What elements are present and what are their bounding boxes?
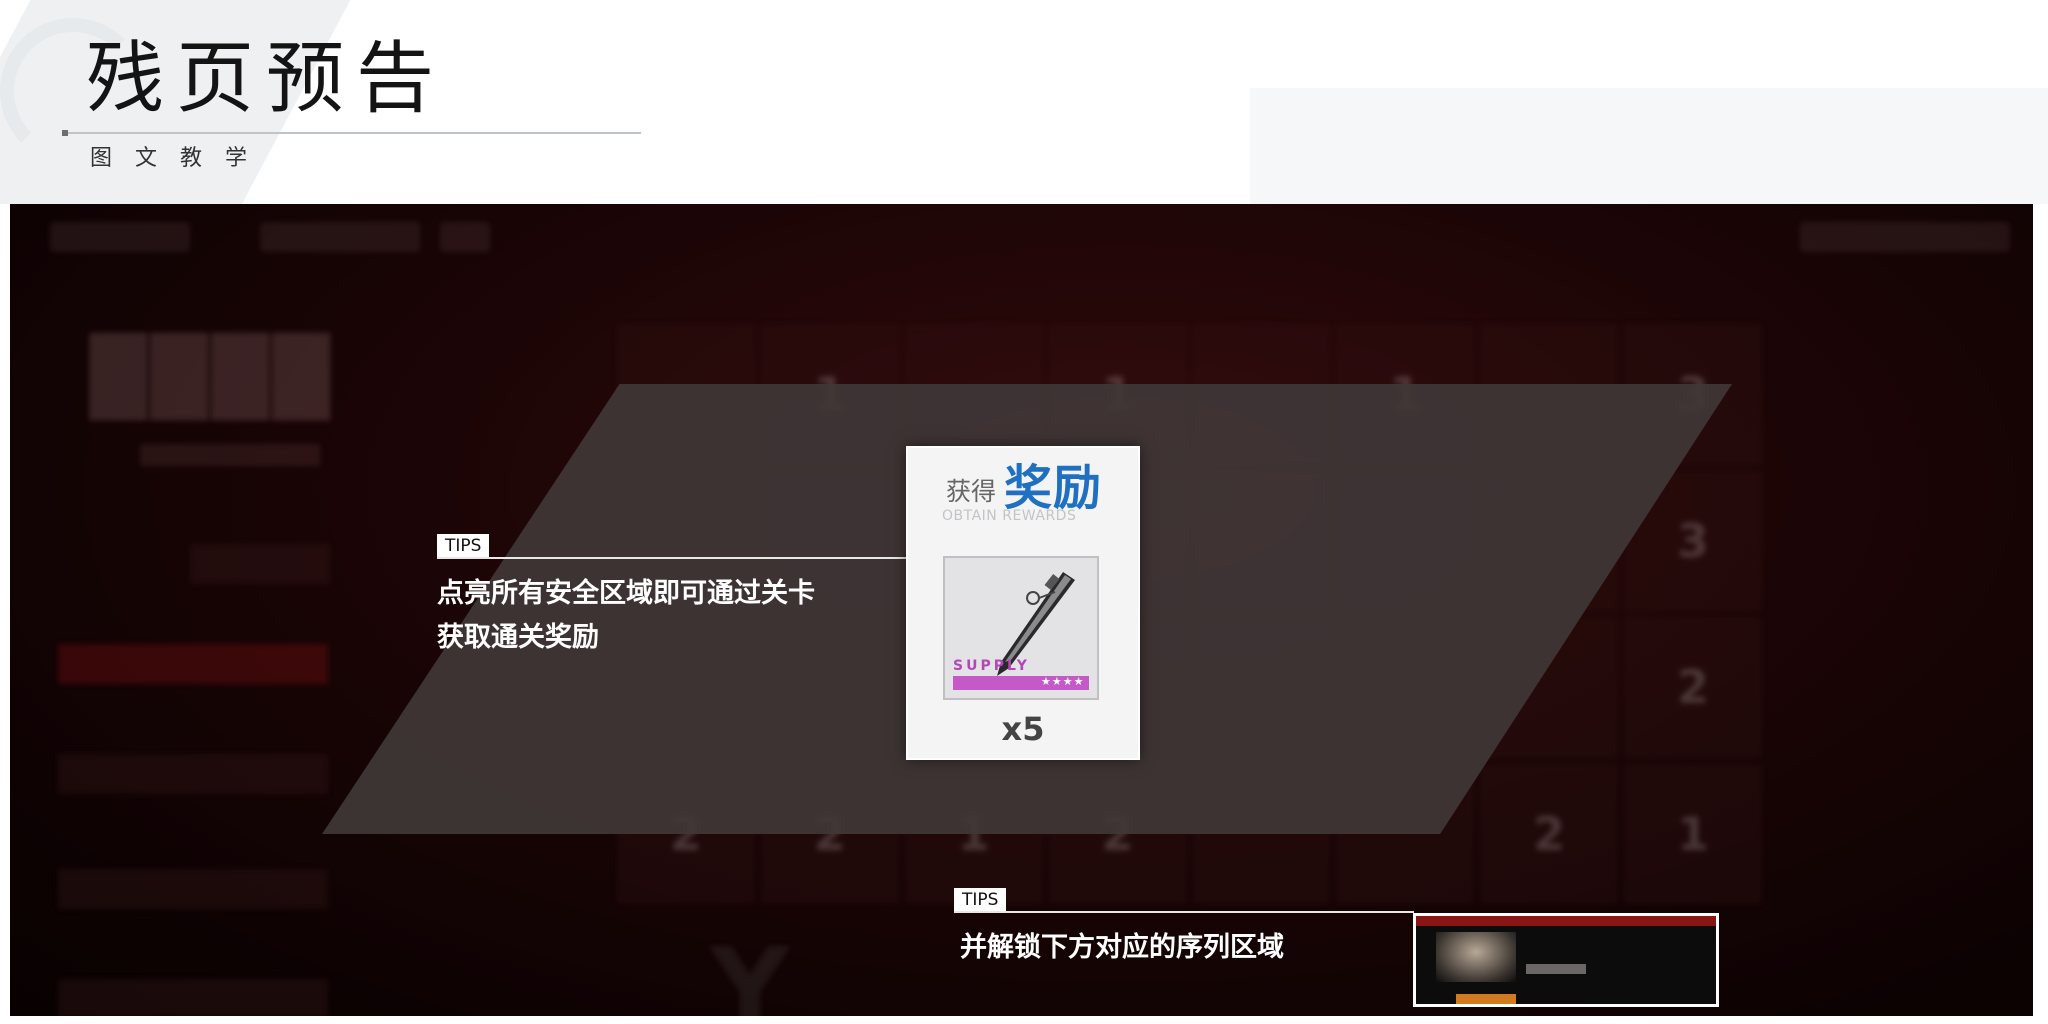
tips-text-line: 并解锁下方对应的序列区域 (960, 932, 1284, 963)
reward-quantity: x5 (1001, 710, 1045, 748)
reward-card: 获得 奖励 OBTAIN REWARDS SUPPLY ★★★★ x5 (906, 446, 1140, 760)
tips-text: 并解锁下方对应的序列区域 (960, 926, 1284, 970)
reward-subtitle-en: OBTAIN REWARDS (942, 508, 1077, 524)
item-category-label: SUPPLY (953, 658, 1030, 674)
tutorial-header: 残页预告 图文教学 (0, 0, 2048, 204)
tips-text-line: 点亮所有安全区域即可通过关卡 (437, 578, 815, 609)
title-divider-dot (62, 130, 68, 136)
thumbnail-highlight (1456, 994, 1516, 1004)
page-title: 残页预告 (86, 34, 447, 124)
thumbnail-character (1436, 932, 1516, 982)
tips-tag: TIPS (954, 888, 1007, 912)
tips-text-line: 获取通关奖励 (437, 622, 599, 653)
game-screenshot: ████ 111332221221 Y TIPS 点亮所有安全区域即可通过关卡 … (10, 204, 2033, 1016)
header-decoration-right (1250, 88, 2048, 204)
title-divider (64, 132, 641, 134)
tips-divider (954, 911, 1414, 913)
reward-obtain-label: 获得 (946, 477, 997, 506)
thumbnail-header (1416, 916, 1716, 926)
reward-item: SUPPLY ★★★★ (943, 556, 1099, 700)
page-subtitle: 图文教学 (90, 146, 271, 171)
tips-tag: TIPS (437, 534, 490, 558)
sequence-preview-thumbnail (1413, 913, 1719, 1007)
tips-text: 点亮所有安全区域即可通过关卡 获取通关奖励 (437, 572, 815, 660)
thumbnail-label-bar (1526, 964, 1586, 974)
item-rarity-stars: ★★★★ (1041, 675, 1085, 688)
tips-divider (437, 557, 917, 559)
